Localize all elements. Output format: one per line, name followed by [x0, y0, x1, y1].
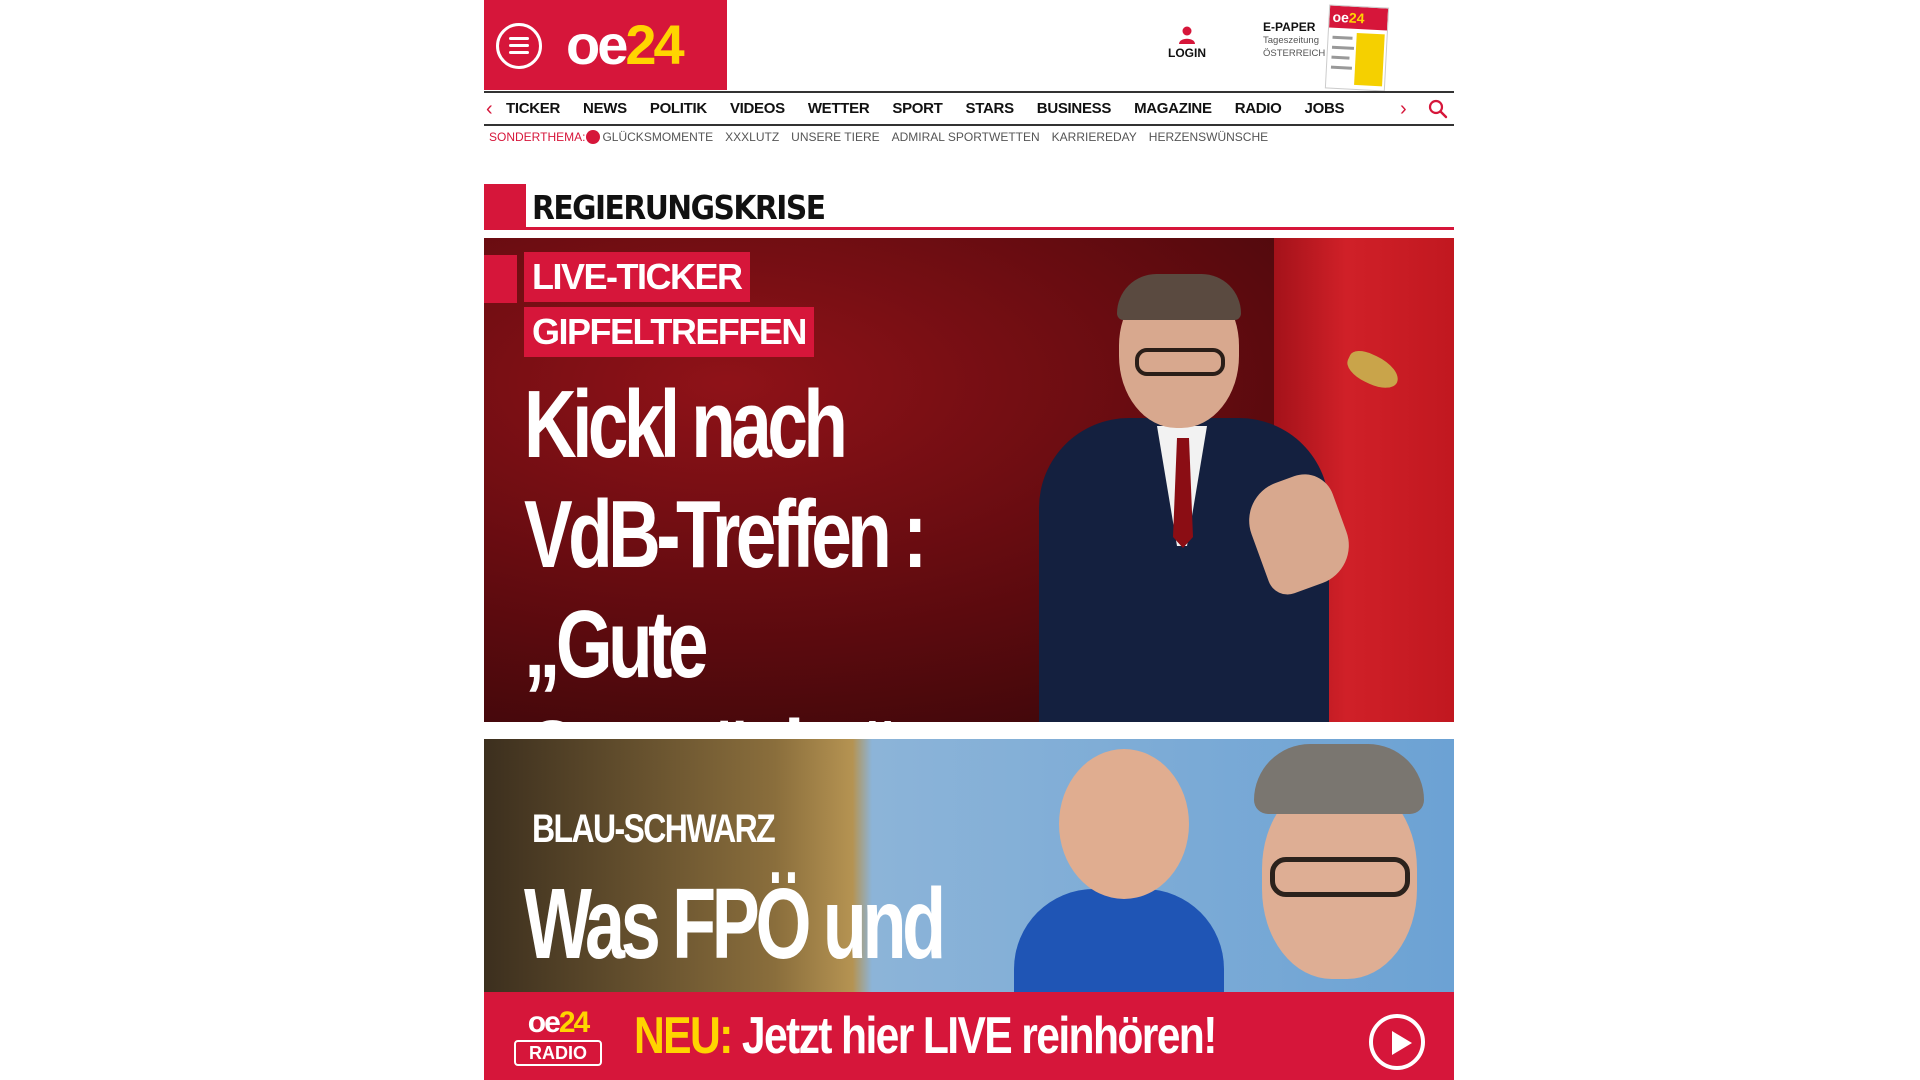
chevron-right-icon[interactable]: ›: [1400, 97, 1407, 121]
epaper-cover-image[interactable]: oe24: [1324, 4, 1390, 92]
nav-item-magazine[interactable]: MAGAZINE: [1134, 100, 1212, 117]
nav-item-radio[interactable]: RADIO: [1235, 100, 1282, 117]
article-teaser[interactable]: BLAU-SCHWARZ Was FPÖ und: [484, 739, 1454, 992]
nav-item-business[interactable]: BUSINESS: [1037, 100, 1112, 117]
login-button[interactable]: LOGIN: [1162, 26, 1212, 60]
epaper-brand: ÖSTERREICH: [1263, 48, 1326, 59]
section-marker: [484, 184, 526, 227]
topic-tag: GIPFELTREFFEN: [524, 307, 814, 357]
hero-headline[interactable]: Kickl nach VdB-Treffen : „Gute Gespräche…: [524, 370, 1041, 722]
radio-logo-label: RADIO: [514, 1040, 602, 1066]
page: oe24 LOGIN E-PAPER Tageszeitung ÖSTERREI…: [484, 0, 1454, 1080]
nav-item-stars[interactable]: STARS: [966, 100, 1015, 117]
hero-marker: [484, 255, 517, 303]
article-tag: BLAU-SCHWARZ: [532, 807, 776, 851]
site-logo[interactable]: oe24: [566, 11, 685, 79]
nav-list: TICKER NEWS POLITIK VIDEOS WETTER SPORT …: [506, 93, 1367, 124]
section-header: REGIERUNGSKRISE: [484, 184, 1454, 230]
special-topics-label: SONDERTHEMA:: [489, 130, 586, 144]
subnav-item-karriereday[interactable]: KARRIEREDAY: [1052, 130, 1137, 144]
article-image-person-left: [1014, 739, 1224, 992]
heart-badge-icon: [586, 130, 601, 144]
main-nav: ‹ TICKER NEWS POLITIK VIDEOS WETTER SPOR…: [484, 91, 1454, 126]
nav-item-sport[interactable]: SPORT: [892, 100, 942, 117]
user-icon: [1179, 26, 1195, 44]
radio-banner[interactable]: oe24 RADIO NEU: Jetzt hier LIVE reinhöre…: [484, 992, 1454, 1080]
subnav-item-gluecksmomente[interactable]: GLÜCKSMOMENTE: [602, 130, 713, 144]
subnav-item-admiral-sportwetten[interactable]: ADMIRAL SPORTWETTEN: [892, 130, 1040, 144]
play-icon[interactable]: [1369, 1014, 1425, 1070]
hero-headline-line3: „Gute Gespräche“: [524, 591, 897, 722]
hero-headline-line2: VdB-Treffen :: [524, 481, 927, 588]
epaper-link[interactable]: E-PAPER Tageszeitung ÖSTERREICH: [1263, 20, 1333, 60]
article-image-person-right: [1234, 739, 1444, 992]
subnav-item-herzenswuensche[interactable]: HERZENSWÜNSCHE: [1149, 130, 1268, 144]
menu-icon[interactable]: [496, 23, 542, 69]
nav-item-news[interactable]: NEWS: [583, 100, 627, 117]
subnav-item-unsere-tiere[interactable]: UNSERE TIERE: [791, 130, 879, 144]
nav-item-videos[interactable]: VIDEOS: [730, 100, 785, 117]
hero-headline-line1: Kickl nach: [524, 371, 848, 478]
radio-banner-text: NEU: Jetzt hier LIVE reinhören!: [634, 1006, 1218, 1066]
radio-cta-text: Jetzt hier LIVE reinhören!: [741, 1007, 1218, 1065]
article-headline[interactable]: Was FPÖ und: [524, 869, 946, 979]
login-label: LOGIN: [1168, 46, 1206, 60]
nav-item-jobs[interactable]: JOBS: [1305, 100, 1345, 117]
search-icon[interactable]: [1428, 99, 1448, 119]
live-ticker-tag: LIVE-TICKER: [524, 252, 750, 302]
section-title[interactable]: REGIERUNGSKRISE: [532, 188, 826, 227]
nav-item-ticker[interactable]: TICKER: [506, 100, 560, 117]
nav-item-politik[interactable]: POLITIK: [650, 100, 707, 117]
epaper-title: E-PAPER: [1263, 20, 1316, 34]
radio-new-label: NEU:: [634, 1007, 733, 1065]
subnav-item-xxxlutz[interactable]: XXXLUTZ: [725, 130, 779, 144]
hero-article[interactable]: LIVE-TICKER GIPFELTREFFEN Kickl nach VdB…: [484, 238, 1454, 722]
special-topics-bar: SONDERTHEMA: GLÜCKSMOMENTE XXXLUTZ UNSER…: [489, 130, 1280, 144]
epaper-subtitle: Tageszeitung: [1263, 35, 1319, 46]
header-brand: oe24: [484, 0, 727, 90]
chevron-left-icon[interactable]: ‹: [486, 97, 493, 121]
nav-item-wetter[interactable]: WETTER: [808, 100, 870, 117]
radio-logo: oe24 RADIO: [512, 1008, 604, 1070]
